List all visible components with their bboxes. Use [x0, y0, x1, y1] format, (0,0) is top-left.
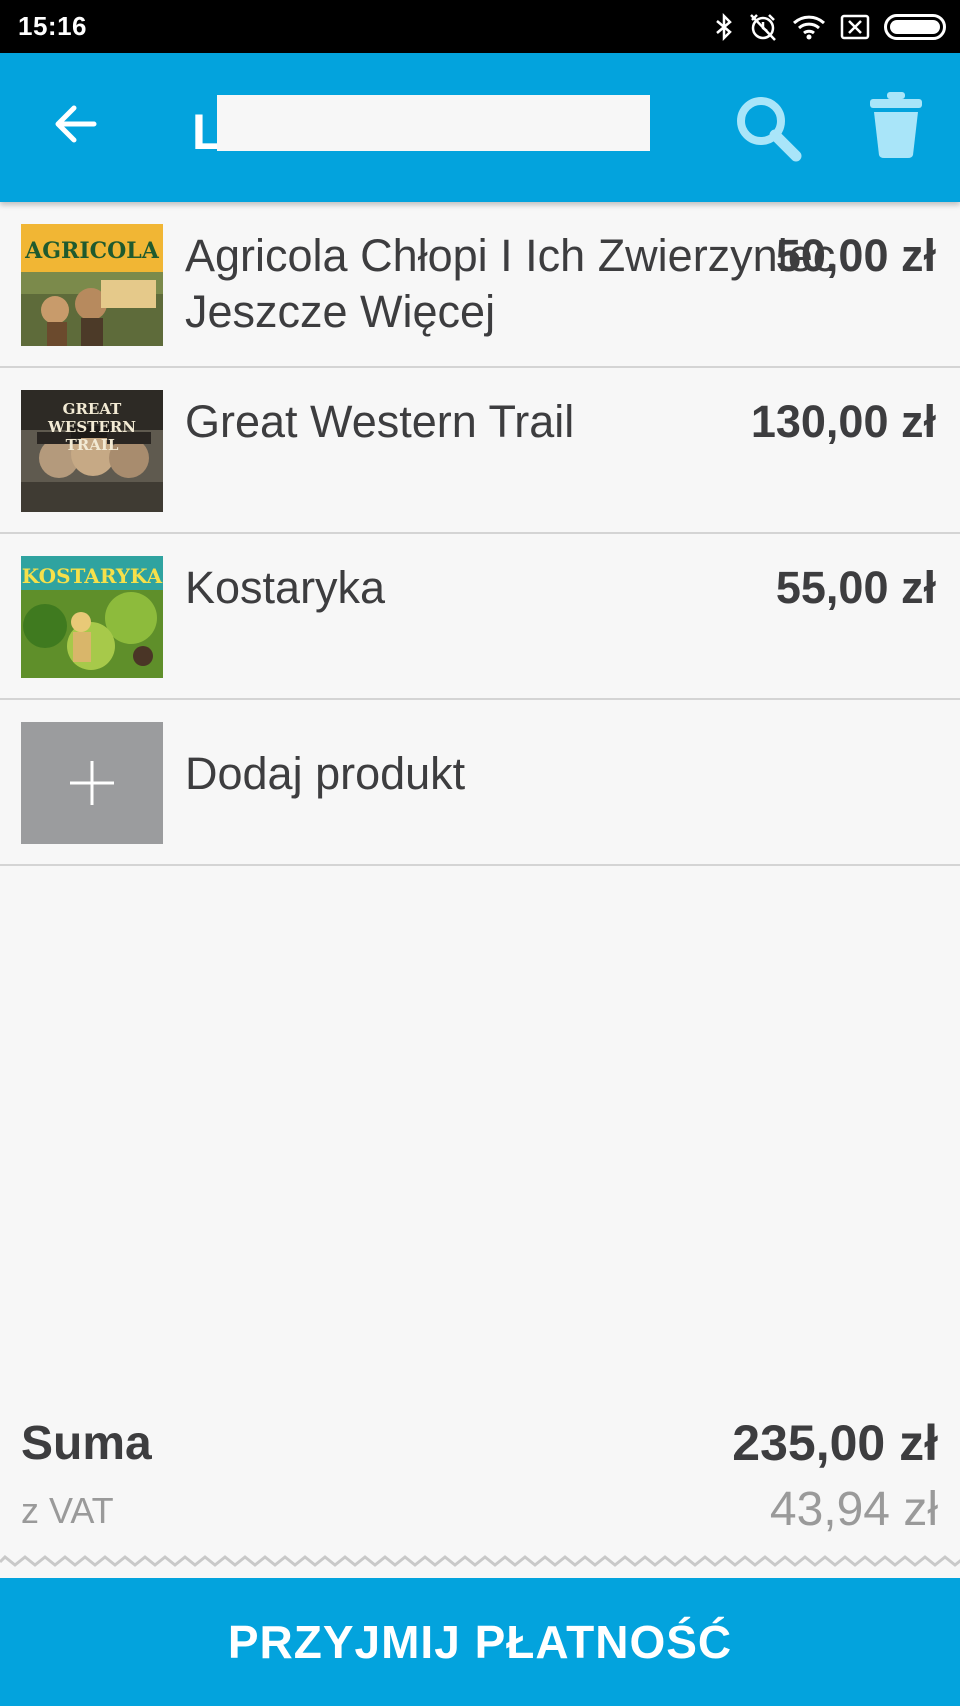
- no-sim-icon: [840, 12, 870, 42]
- redacted-title-mask: [217, 95, 650, 151]
- vat-value: 43,94 zł: [769, 1483, 938, 1536]
- list-item[interactable]: GREAT WESTERN TRAIL Great Western Trail …: [0, 368, 960, 534]
- alarm-off-icon: [748, 12, 778, 42]
- product-list: AGRICOLA Agricola Chłopi I Ich Zwierzyni…: [0, 202, 960, 866]
- status-time: 15:16: [18, 11, 87, 41]
- receipt-edge-divider: [0, 1554, 960, 1567]
- status-icons: [714, 12, 946, 42]
- status-bar: 15:16: [0, 0, 960, 53]
- search-button[interactable]: [733, 93, 803, 163]
- list-item[interactable]: KOSTARYKA Kostaryka 55,00 zł: [0, 534, 960, 700]
- product-price: 50,00 zł: [775, 230, 936, 281]
- add-product-label: Dodaj produkt: [185, 748, 466, 799]
- arrow-left-icon: [55, 105, 97, 143]
- add-product-row[interactable]: Dodaj produkt: [0, 700, 960, 866]
- product-thumbnail: KOSTARYKA: [21, 556, 163, 678]
- page-title: L...: [192, 95, 672, 161]
- sum-label: Suma: [21, 1417, 152, 1470]
- add-product-tile[interactable]: [21, 722, 163, 844]
- battery-icon: [884, 13, 946, 40]
- accept-payment-button[interactable]: PRZYJMIJ PŁATNOŚĆ: [0, 1578, 960, 1706]
- vat-label: z VAT: [21, 1490, 114, 1531]
- product-price: 55,00 zł: [775, 562, 936, 613]
- list-item[interactable]: AGRICOLA Agricola Chłopi I Ich Zwierzyni…: [0, 202, 960, 368]
- thumbnail-title: AGRICOLA: [25, 238, 159, 264]
- product-price: 130,00 zł: [750, 396, 936, 447]
- totals-section: Suma 235,00 zł z VAT 43,94 zł: [0, 1410, 960, 1565]
- wifi-icon: [792, 12, 826, 42]
- product-thumbnail: GREAT WESTERN TRAIL: [21, 390, 163, 512]
- app-bar: L...: [0, 53, 960, 202]
- back-button[interactable]: [50, 99, 100, 149]
- search-icon: [737, 97, 802, 162]
- sum-value: 235,00 zł: [732, 1415, 938, 1471]
- product-thumbnail: AGRICOLA: [21, 224, 163, 346]
- thumbnail-title: KOSTARYKA: [21, 564, 163, 588]
- thumbnail-title: GREAT WESTERN TRAIL: [48, 400, 136, 454]
- plus-icon: [70, 761, 114, 805]
- delete-button[interactable]: [868, 91, 924, 159]
- trash-icon: [870, 92, 922, 158]
- bluetooth-icon: [714, 12, 734, 42]
